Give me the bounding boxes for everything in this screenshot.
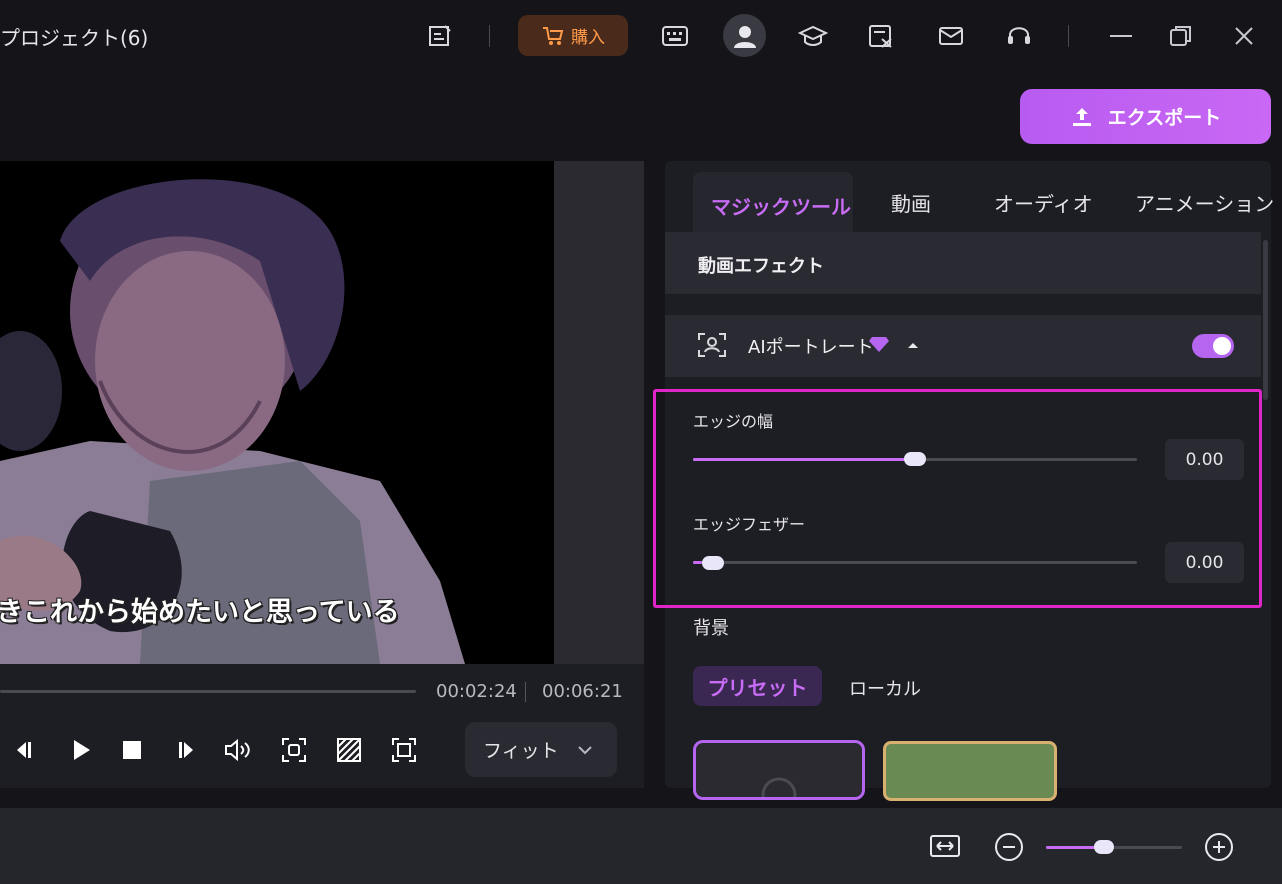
video-preview[interactable] <box>0 161 554 664</box>
preview-margin <box>554 161 644 664</box>
edge-feather-handle[interactable] <box>702 556 724 570</box>
minimize-icon[interactable] <box>1106 21 1136 51</box>
play-icon[interactable] <box>64 733 98 767</box>
tab-magic-tools[interactable]: マジックツール <box>711 191 851 220</box>
edge-width-handle[interactable] <box>904 452 926 466</box>
edge-width-value[interactable]: 0.00 <box>1165 439 1244 480</box>
tab-audio[interactable]: オーディオ <box>994 188 1093 217</box>
section-title: 動画エフェクト <box>698 256 824 277</box>
support-icon[interactable] <box>1004 21 1034 51</box>
portrait-icon <box>697 332 727 358</box>
zoom-in-icon[interactable] <box>1204 832 1234 862</box>
export-button[interactable]: エクスポート <box>1020 89 1271 144</box>
ai-portrait-label: AIポートレート <box>748 337 874 358</box>
buy-label: 購入 <box>571 28 605 48</box>
current-time: 00:02:24 <box>436 681 517 702</box>
project-title: プロジェクト(6) <box>0 26 149 50</box>
divider <box>1068 25 1069 47</box>
playback-progress[interactable] <box>0 690 416 693</box>
render-icon[interactable] <box>332 733 366 767</box>
toggle-knob <box>1213 337 1231 355</box>
fit-timeline-icon[interactable] <box>929 833 961 859</box>
background-preset-thumb[interactable] <box>883 741 1057 801</box>
tab-animation[interactable]: アニメーション <box>1135 188 1274 217</box>
tab-preset[interactable]: プリセット <box>693 666 822 706</box>
edge-feather-slider[interactable] <box>693 561 1137 564</box>
edge-feather-fill <box>693 561 702 564</box>
tab-local[interactable]: ローカル <box>849 675 921 701</box>
time-divider <box>525 682 526 702</box>
fullscreen-icon[interactable] <box>387 733 421 767</box>
notes-icon[interactable] <box>425 21 455 51</box>
close-icon[interactable] <box>1229 21 1259 51</box>
chevron-down-icon <box>577 745 593 755</box>
next-frame-icon[interactable] <box>169 733 203 767</box>
panel-scrollbar[interactable] <box>1263 240 1268 400</box>
edge-width-label: エッジの幅 <box>693 412 774 431</box>
avatar[interactable] <box>723 14 766 57</box>
volume-icon[interactable] <box>222 733 256 767</box>
prev-frame-icon[interactable] <box>8 733 42 767</box>
zoom-fit-select[interactable]: フィット <box>465 722 617 777</box>
title-bar <box>0 0 1282 72</box>
background-none-thumb[interactable] <box>693 740 865 800</box>
upload-icon <box>1070 105 1094 129</box>
snapshot-icon[interactable] <box>277 733 311 767</box>
cart-icon <box>541 25 565 47</box>
caret-up-icon[interactable] <box>906 340 920 350</box>
divider <box>489 25 490 47</box>
premium-gem-icon <box>869 336 889 352</box>
video-subtitle: きこれから始めたいと思っている <box>0 597 400 628</box>
zoom-out-icon[interactable] <box>994 832 1024 862</box>
learn-icon[interactable] <box>798 21 828 51</box>
edge-width-fill <box>693 458 915 461</box>
keyboard-icon[interactable] <box>660 21 690 51</box>
fit-label: フィット <box>483 740 559 762</box>
restore-icon[interactable] <box>1166 21 1196 51</box>
stop-icon[interactable] <box>115 733 149 767</box>
person-portrait <box>0 161 554 664</box>
buy-button[interactable]: 購入 <box>518 15 628 56</box>
ai-portrait-toggle[interactable] <box>1192 334 1234 358</box>
export-label: エクスポート <box>1107 107 1222 129</box>
zoom-handle[interactable] <box>1094 840 1114 854</box>
mail-icon[interactable] <box>936 21 966 51</box>
edge-feather-label: エッジフェザー <box>693 515 806 534</box>
edge-feather-value[interactable]: 0.00 <box>1165 542 1244 583</box>
background-label: 背景 <box>693 618 729 639</box>
task-icon[interactable] <box>866 21 896 51</box>
tab-video[interactable]: 動画 <box>891 188 931 217</box>
total-time: 00:06:21 <box>542 681 623 702</box>
